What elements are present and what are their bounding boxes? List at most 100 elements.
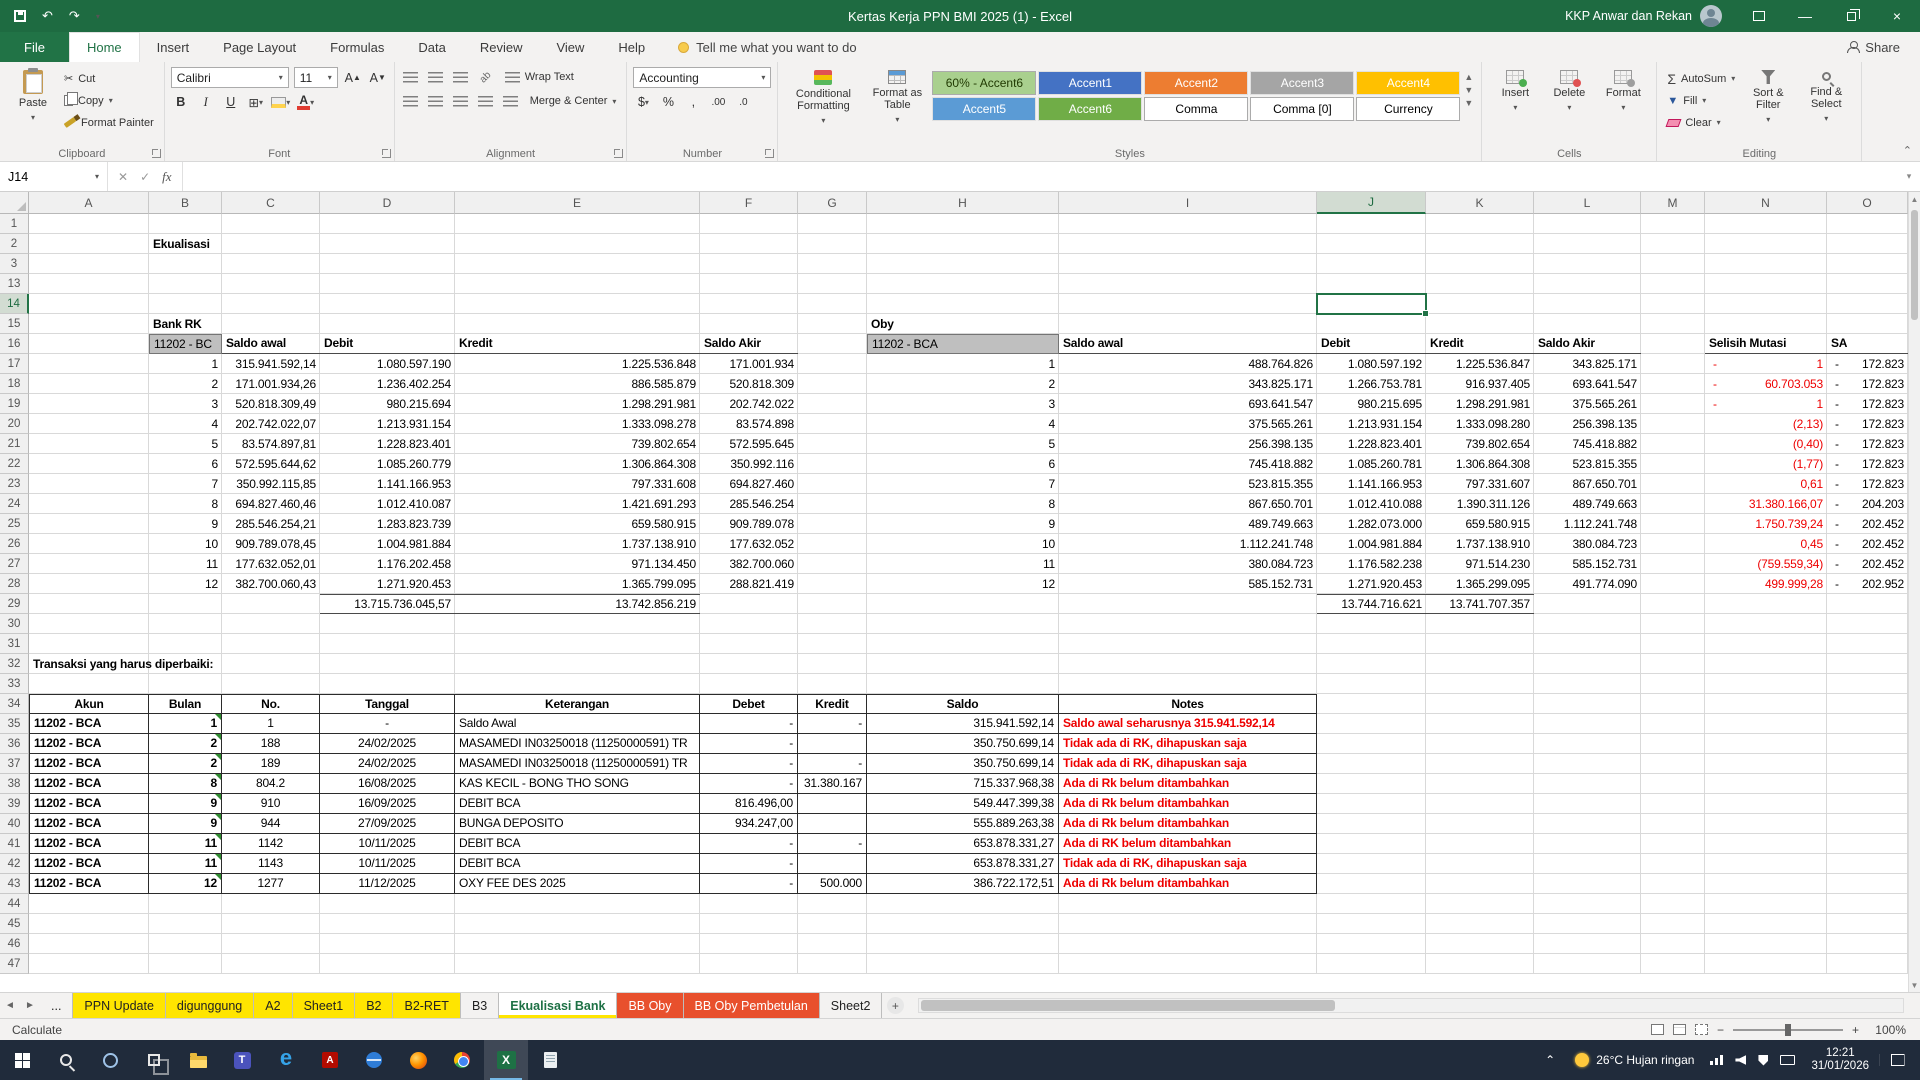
bank-rk-cell[interactable]: 1.004.981.884 [320, 534, 455, 554]
oby-cell[interactable]: 1.112.241.748 [1059, 534, 1317, 554]
number-dialog-launcher[interactable] [765, 149, 774, 158]
cell-style-60-accent6[interactable]: 60% - Accent6 [932, 71, 1036, 95]
zoom-out-icon[interactable]: − [1717, 1023, 1724, 1037]
decrease-decimal-icon[interactable]: .0 [733, 92, 753, 112]
undo-icon[interactable]: ↶ [42, 8, 53, 24]
oby-cell[interactable]: 1.333.098.280 [1426, 414, 1534, 434]
bank-rk-account[interactable]: 11202 - BC [149, 334, 222, 354]
fix-cell[interactable]: 910 [222, 794, 320, 814]
row-header-15[interactable]: 15 [0, 314, 29, 334]
share-button[interactable]: Share [1827, 32, 1920, 62]
fix-cell[interactable]: - [700, 834, 798, 854]
fix-cell[interactable]: 315.941.592,14 [867, 714, 1059, 734]
fix-cell[interactable]: 24/02/2025 [320, 754, 455, 774]
bank-rk-cell[interactable]: 886.585.879 [455, 374, 700, 394]
sheet-tab-digunggung[interactable]: digunggung [166, 993, 254, 1018]
insert-function-icon[interactable]: fx [162, 169, 171, 185]
bank-rk-cell[interactable]: 1.141.166.953 [320, 474, 455, 494]
oby-cell[interactable]: 256.398.135 [1534, 414, 1641, 434]
bank-rk-cell[interactable]: 1.421.691.293 [455, 494, 700, 514]
bank-rk-cell[interactable]: 1.298.291.981 [455, 394, 700, 414]
increase-indent-icon[interactable] [501, 91, 521, 111]
close-button[interactable]: × [1874, 0, 1920, 32]
zoom-in-icon[interactable]: + [1852, 1023, 1859, 1037]
hidden-icons-caret[interactable]: ⌃ [1535, 1053, 1565, 1067]
fix-cell[interactable]: 816.496,00 [700, 794, 798, 814]
fix-cell[interactable]: Ada di Rk belum ditambahkan [1059, 814, 1317, 834]
font-dialog-launcher[interactable] [382, 149, 391, 158]
row-header-1[interactable]: 1 [0, 214, 29, 234]
fix-cell[interactable]: 11202 - BCA [29, 834, 149, 854]
fix-cell[interactable]: 934.247,00 [700, 814, 798, 834]
ribbon-tab-formulas[interactable]: Formulas [313, 32, 401, 62]
bank-rk-cell[interactable]: 202.742.022 [700, 394, 798, 414]
format-painter-button[interactable]: Format Painter [60, 113, 158, 132]
zoom-level[interactable]: 100% [1868, 1023, 1906, 1037]
selisih-cell[interactable]: 0,61 [1705, 474, 1827, 494]
page-layout-view-icon[interactable] [1673, 1024, 1686, 1035]
fix-cell[interactable]: 11 [149, 834, 222, 854]
bank-rk-header[interactable]: Kredit [455, 334, 700, 354]
oby-cell[interactable]: 1.213.931.154 [1317, 414, 1426, 434]
bank-rk-month[interactable]: 8 [149, 494, 222, 514]
fix-cell[interactable]: 555.889.263,38 [867, 814, 1059, 834]
row-header-23[interactable]: 23 [0, 474, 29, 494]
paste-button[interactable]: Paste▾ [6, 65, 60, 144]
fix-header[interactable]: Saldo [867, 694, 1059, 714]
cell-style-accent6[interactable]: Accent6 [1038, 97, 1142, 121]
oby-cell[interactable]: 1.080.597.192 [1317, 354, 1426, 374]
column-header-H[interactable]: H [867, 192, 1059, 214]
oby-cell[interactable]: 745.418.882 [1059, 454, 1317, 474]
column-header-M[interactable]: M [1641, 192, 1705, 214]
oby-header[interactable]: Saldo awal [1059, 334, 1317, 354]
fix-cell[interactable]: DEBIT BCA [455, 854, 700, 874]
fix-cell[interactable]: - [798, 714, 867, 734]
chrome-taskbar-icon[interactable] [440, 1040, 484, 1080]
sa-cell[interactable]: -202.452 [1827, 534, 1908, 554]
bank-rk-cell[interactable]: 520.818.309 [700, 374, 798, 394]
fix-header[interactable]: Kredit [798, 694, 867, 714]
new-sheet-button[interactable]: + [882, 993, 908, 1018]
fix-cell[interactable]: 11/12/2025 [320, 874, 455, 894]
oby-header[interactable]: Saldo Akir [1534, 334, 1641, 354]
bank-rk-cell[interactable]: 171.001.934,26 [222, 374, 320, 394]
fix-cell[interactable]: Ada di Rk belum ditambahkan [1059, 874, 1317, 894]
fix-cell[interactable]: 653.878.331,27 [867, 834, 1059, 854]
find-select-button[interactable]: Find & Select▾ [1797, 65, 1855, 144]
teams-taskbar-icon[interactable] [220, 1040, 264, 1080]
oby-title[interactable]: Oby [867, 314, 1059, 334]
oby-cell[interactable]: 693.641.547 [1059, 394, 1317, 414]
fix-cell[interactable]: 2 [149, 734, 222, 754]
decrease-indent-icon[interactable] [476, 91, 496, 111]
fix-cell[interactable] [798, 854, 867, 874]
adobe-taskbar-icon[interactable] [308, 1040, 352, 1080]
fix-cell[interactable]: Tidak ada di RK, dihapuskan saja [1059, 734, 1317, 754]
oby-cell[interactable]: 1.390.311.126 [1426, 494, 1534, 514]
fix-cell[interactable]: 804.2 [222, 774, 320, 794]
fix-cell[interactable]: 2 [149, 754, 222, 774]
bank-rk-month[interactable]: 11 [149, 554, 222, 574]
fix-cell[interactable]: Tidak ada di RK, dihapuskan saja [1059, 754, 1317, 774]
row-header-37[interactable]: 37 [0, 754, 29, 774]
oby-cell[interactable]: 380.084.723 [1059, 554, 1317, 574]
oby-cell[interactable]: 739.802.654 [1426, 434, 1534, 454]
column-header-A[interactable]: A [29, 192, 149, 214]
oby-cell[interactable]: 523.815.355 [1534, 454, 1641, 474]
row-header-40[interactable]: 40 [0, 814, 29, 834]
sa-cell[interactable]: -172.823 [1827, 474, 1908, 494]
oby-cell[interactable]: 489.749.663 [1059, 514, 1317, 534]
row-header-42[interactable]: 42 [0, 854, 29, 874]
fix-header[interactable]: Bulan [149, 694, 222, 714]
scroll-down-icon[interactable]: ▼ [1909, 978, 1920, 992]
fix-cell[interactable]: 11 [149, 854, 222, 874]
oby-cell[interactable]: 1.225.536.847 [1426, 354, 1534, 374]
excel-taskbar-icon[interactable] [484, 1040, 528, 1080]
bank-rk-cell[interactable]: 694.827.460,46 [222, 494, 320, 514]
save-icon[interactable] [14, 10, 26, 22]
bank-rk-cell[interactable]: 171.001.934 [700, 354, 798, 374]
row-header-47[interactable]: 47 [0, 954, 29, 974]
oby-cell[interactable]: 488.764.826 [1059, 354, 1317, 374]
oby-cell[interactable]: 1.298.291.981 [1426, 394, 1534, 414]
sa-cell[interactable]: -172.823 [1827, 434, 1908, 454]
selisih-cell[interactable]: 499.999,28 [1705, 574, 1827, 594]
